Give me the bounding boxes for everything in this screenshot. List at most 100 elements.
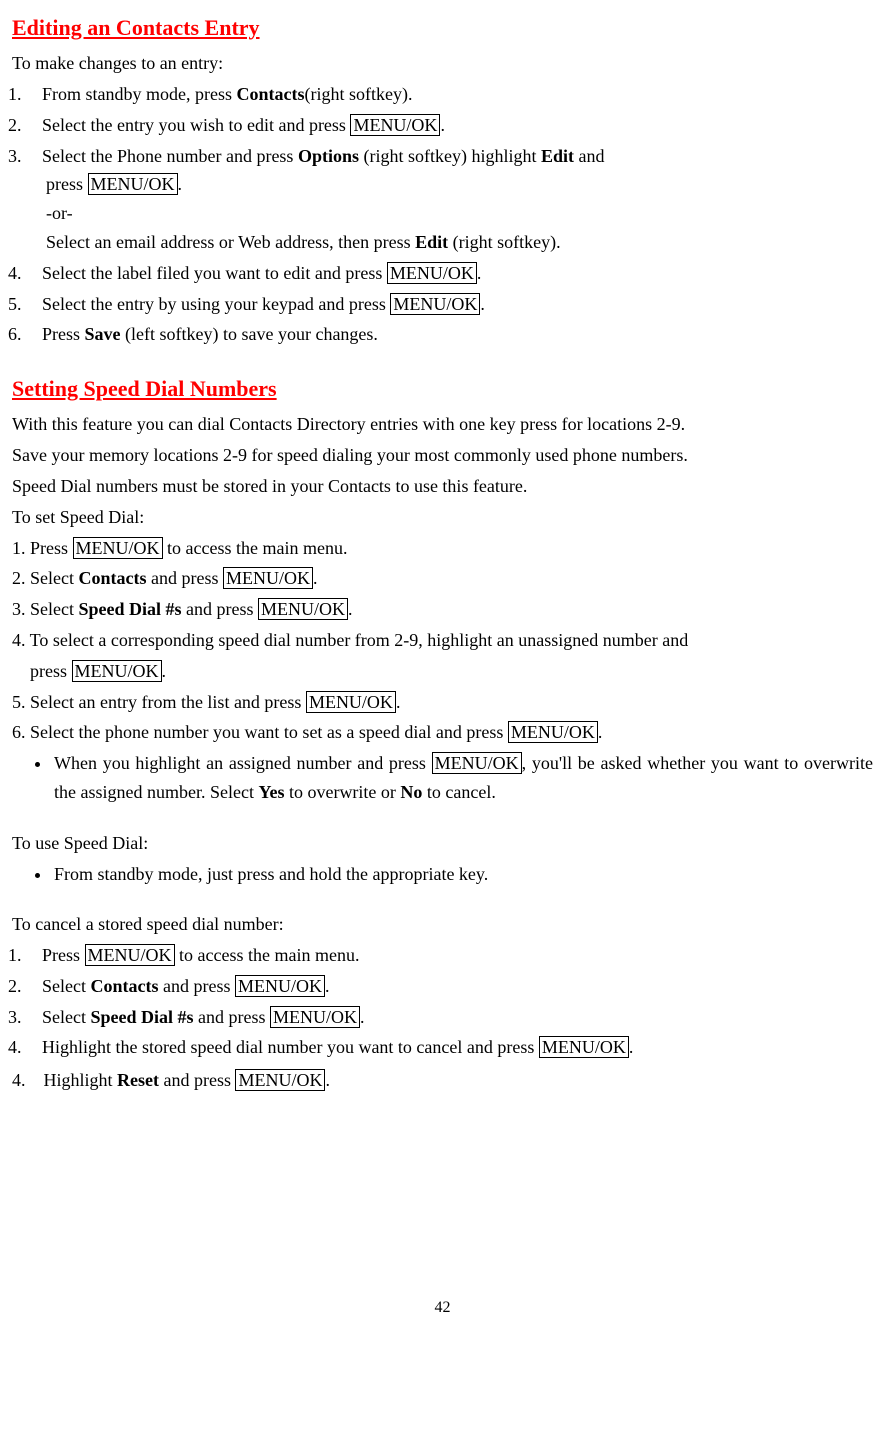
text: Select bbox=[42, 976, 90, 996]
cancel-steps: Press MENU/OK to access the main menu. S… bbox=[12, 941, 873, 1062]
bold: Edit bbox=[415, 232, 448, 252]
bold: No bbox=[400, 782, 422, 802]
text: 5. Select an entry from the list and pre… bbox=[12, 692, 306, 712]
set-notes: When you highlight an assigned number an… bbox=[12, 749, 873, 807]
cancel-step-3: Select Speed Dial #s and press MENU/OK. bbox=[26, 1003, 873, 1032]
text: and press bbox=[182, 599, 258, 619]
bold: Speed Dial #s bbox=[78, 599, 181, 619]
text: . bbox=[396, 692, 401, 712]
text: and press bbox=[146, 568, 222, 588]
section2-para3: Speed Dial numbers must be stored in you… bbox=[12, 472, 873, 501]
section1-intro: To make changes to an entry: bbox=[12, 49, 873, 78]
text: 6. Select the phone number you want to s… bbox=[12, 722, 508, 742]
bold: Yes bbox=[258, 782, 284, 802]
text: Press bbox=[42, 945, 85, 965]
text: 3. Select bbox=[12, 599, 78, 619]
bold: Options bbox=[298, 146, 359, 166]
step-3-alt: Select an email address or Web address, … bbox=[46, 228, 873, 257]
set-step-4-line2: press MENU/OK. bbox=[30, 657, 873, 686]
menu-ok-key: MENU/OK bbox=[235, 1069, 325, 1091]
text: Select the entry you wish to edit and pr… bbox=[42, 115, 350, 135]
step-3-line2: press MENU/OK. bbox=[46, 170, 873, 199]
text: 1. Press bbox=[12, 538, 73, 558]
text: Press bbox=[42, 324, 85, 344]
menu-ok-key: MENU/OK bbox=[390, 293, 480, 315]
bold: Contacts bbox=[236, 84, 304, 104]
step-1: From standby mode, press Contacts(right … bbox=[26, 80, 873, 109]
bold: Edit bbox=[541, 146, 574, 166]
set-step-3: 3. Select Speed Dial #s and press MENU/O… bbox=[12, 595, 873, 624]
num: 4. bbox=[12, 1070, 26, 1090]
step-6: Press Save (left softkey) to save your c… bbox=[26, 320, 873, 349]
text: to access the main menu. bbox=[163, 538, 348, 558]
text: (left softkey) to save your changes. bbox=[121, 324, 378, 344]
section2-toset: To set Speed Dial: bbox=[12, 503, 873, 532]
cancel-step-4b: 4. Highlight Reset and press MENU/OK. bbox=[12, 1066, 873, 1095]
text: 2. Select bbox=[12, 568, 78, 588]
menu-ok-key: MENU/OK bbox=[387, 262, 477, 284]
step-3: Select the Phone number and press Option… bbox=[26, 142, 873, 257]
text: . bbox=[348, 599, 353, 619]
text: to cancel. bbox=[422, 782, 495, 802]
text: . bbox=[629, 1037, 634, 1057]
menu-ok-key: MENU/OK bbox=[270, 1006, 360, 1028]
use-item: From standby mode, just press and hold t… bbox=[52, 860, 873, 889]
text: . bbox=[313, 568, 318, 588]
section1-steps: From standby mode, press Contacts(right … bbox=[12, 80, 873, 349]
text: . bbox=[325, 976, 330, 996]
set-step-4-line1: 4. To select a corresponding speed dial … bbox=[12, 626, 873, 655]
section2-para1: With this feature you can dial Contacts … bbox=[12, 410, 873, 439]
bold: Save bbox=[85, 324, 121, 344]
menu-ok-key: MENU/OK bbox=[73, 537, 163, 559]
menu-ok-key: MENU/OK bbox=[306, 691, 396, 713]
text: (right softkey) highlight bbox=[359, 146, 541, 166]
set-step-1: 1. Press MENU/OK to access the main menu… bbox=[12, 534, 873, 563]
menu-ok-key: MENU/OK bbox=[88, 173, 178, 195]
page-number: 42 bbox=[12, 1295, 873, 1321]
text: . bbox=[598, 722, 603, 742]
text: (right softkey). bbox=[448, 232, 560, 252]
menu-ok-key: MENU/OK bbox=[432, 752, 522, 774]
text: . bbox=[440, 115, 445, 135]
menu-ok-key: MENU/OK bbox=[72, 660, 162, 682]
text: and press bbox=[158, 976, 234, 996]
menu-ok-key: MENU/OK bbox=[508, 721, 598, 743]
text: Select the entry by using your keypad an… bbox=[42, 294, 390, 314]
document-page: Editing an Contacts Entry To make change… bbox=[12, 10, 873, 1321]
text: When you highlight an assigned number an… bbox=[54, 753, 432, 773]
menu-ok-key: MENU/OK bbox=[539, 1036, 629, 1058]
text: to overwrite or bbox=[284, 782, 400, 802]
overwrite-note: When you highlight an assigned number an… bbox=[52, 749, 873, 807]
text: . bbox=[162, 661, 167, 681]
menu-ok-key: MENU/OK bbox=[223, 567, 313, 589]
text: (right softkey). bbox=[304, 84, 412, 104]
text: From standby mode, press bbox=[42, 84, 236, 104]
text: . bbox=[178, 174, 183, 194]
spacer bbox=[12, 811, 873, 829]
menu-ok-key: MENU/OK bbox=[350, 114, 440, 136]
step-3-or: -or- bbox=[46, 199, 873, 228]
menu-ok-key: MENU/OK bbox=[235, 975, 325, 997]
set-step-6: 6. Select the phone number you want to s… bbox=[12, 718, 873, 747]
text: and press bbox=[159, 1070, 235, 1090]
text: Select the label filed you want to edit … bbox=[42, 263, 387, 283]
cancel-step-4: Highlight the stored speed dial number y… bbox=[26, 1033, 873, 1062]
text: to access the main menu. bbox=[175, 945, 360, 965]
step-4: Select the label filed you want to edit … bbox=[26, 259, 873, 288]
bold: Contacts bbox=[78, 568, 146, 588]
text: . bbox=[477, 263, 482, 283]
text: press bbox=[46, 174, 88, 194]
bold: Reset bbox=[117, 1070, 159, 1090]
section1-title: Editing an Contacts Entry bbox=[12, 10, 873, 45]
bold: Contacts bbox=[90, 976, 158, 996]
text: Highlight bbox=[44, 1070, 118, 1090]
spacer bbox=[12, 892, 873, 910]
bold: Speed Dial #s bbox=[90, 1007, 193, 1027]
text: and press bbox=[194, 1007, 270, 1027]
section2-para2: Save your memory locations 2-9 for speed… bbox=[12, 441, 873, 470]
cancel-step-2: Select Contacts and press MENU/OK. bbox=[26, 972, 873, 1001]
text: . bbox=[360, 1007, 365, 1027]
step-2: Select the entry you wish to edit and pr… bbox=[26, 111, 873, 140]
spacer bbox=[12, 353, 873, 371]
text: Highlight the stored speed dial number y… bbox=[42, 1037, 539, 1057]
